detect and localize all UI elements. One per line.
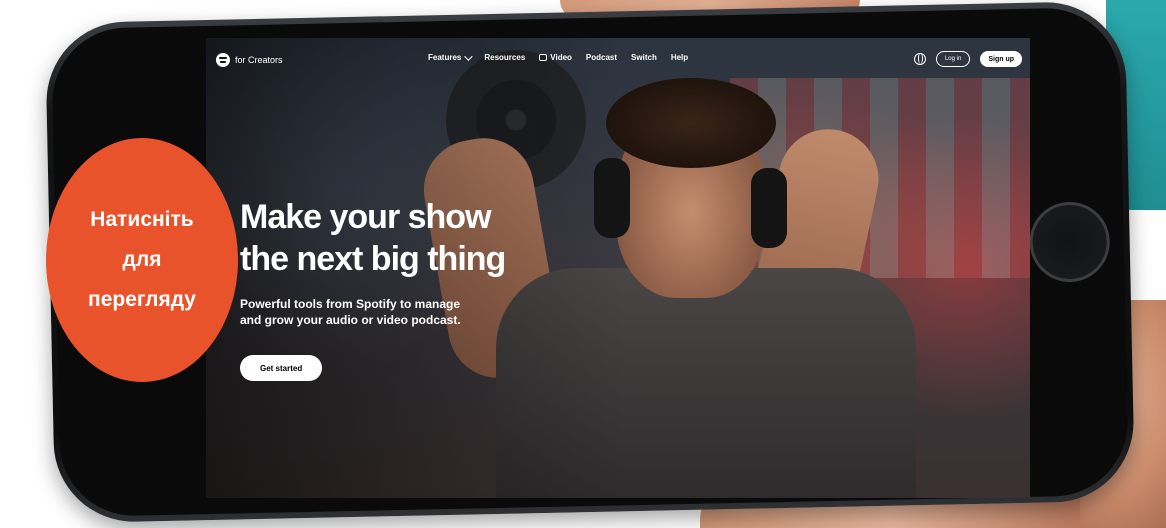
- nav-podcast[interactable]: Podcast: [586, 53, 617, 62]
- nav-video-label: Video: [550, 53, 572, 62]
- login-label: Log in: [944, 56, 962, 62]
- brand-label: for Creators: [235, 55, 283, 65]
- nav-help[interactable]: Help: [671, 53, 688, 62]
- nav-features-label: Features: [428, 53, 462, 62]
- phone-screen: for Creators Features Resources Video Po…: [206, 38, 1030, 498]
- signup-button[interactable]: Sign up: [980, 51, 1022, 67]
- badge-line-3: перегляду: [88, 288, 196, 311]
- hero-section: Make your show the next big thing Powerf…: [240, 196, 600, 328]
- view-badge-button[interactable]: Натисніть для перегляду: [46, 138, 238, 382]
- nav-features[interactable]: Features: [428, 51, 474, 62]
- headphone-right-icon: [751, 168, 787, 248]
- hero-subtitle-line-1: Powerful tools from Spotify to manage: [240, 297, 461, 311]
- chevron-down-icon: [464, 51, 474, 61]
- login-button[interactable]: Log in: [935, 51, 971, 67]
- get-started-button[interactable]: Get started: [240, 355, 323, 381]
- hero-title-line-1: Make your show: [240, 198, 492, 236]
- badge-line-1: Натисніть: [90, 208, 194, 231]
- brand-logo[interactable]: for Creators: [216, 53, 283, 67]
- person-hair: [606, 78, 776, 168]
- hero-subtitle: Powerful tools from Spotify to manage an…: [240, 296, 480, 328]
- nav-resources[interactable]: Resources: [484, 53, 525, 62]
- globe-icon[interactable]: [913, 53, 926, 65]
- hero-subtitle-line-2: and grow your audio or video podcast.: [240, 313, 461, 327]
- nav-links: Features Resources Video Podcast Switch …: [428, 51, 688, 62]
- video-icon: [539, 54, 548, 61]
- nav-switch[interactable]: Switch: [631, 53, 657, 62]
- hero-title: Make your show the next big thing: [240, 196, 600, 280]
- hero-title-line-2: the next big thing: [240, 240, 506, 278]
- spotify-logo-icon: [216, 53, 230, 67]
- badge-line-2: для: [122, 248, 162, 271]
- nav-video[interactable]: Video: [539, 53, 572, 62]
- nav-actions: Log in Sign up: [913, 51, 1022, 67]
